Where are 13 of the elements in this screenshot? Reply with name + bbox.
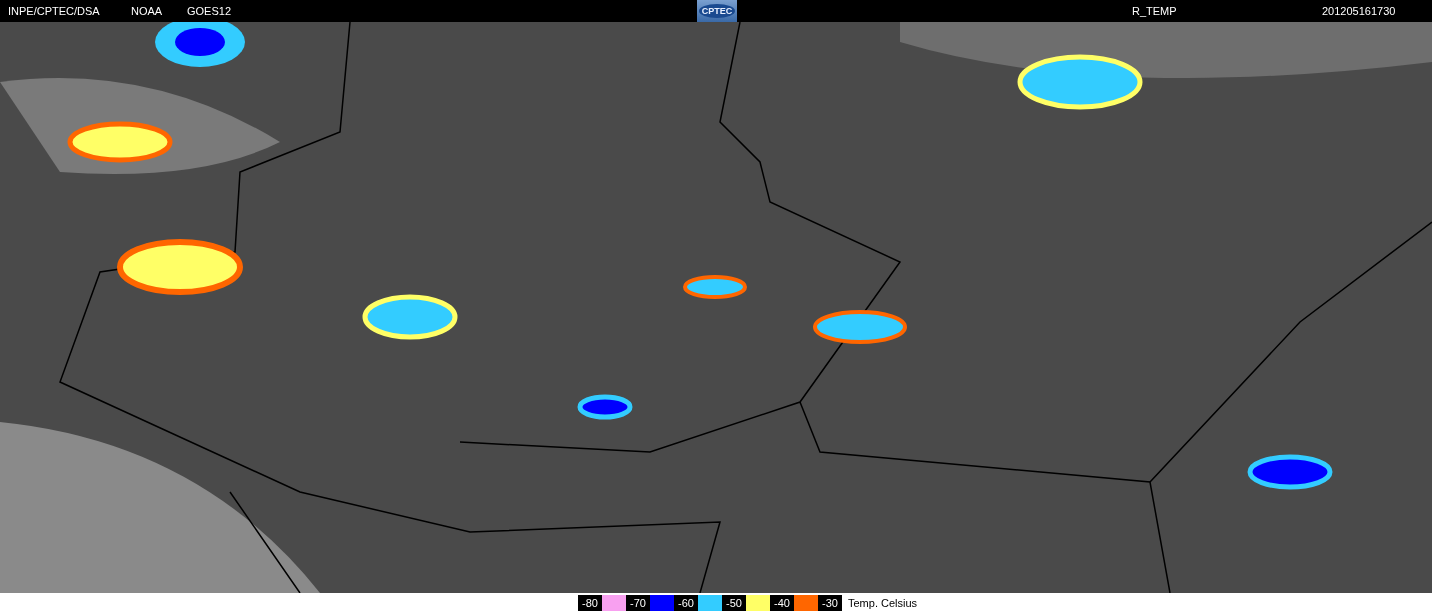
legend-value: -40 [770,595,794,611]
legend-value: -60 [674,595,698,611]
logo: CPTEC [697,0,737,22]
legend-value: -80 [578,595,602,611]
legend-unit: Temp. Celsius [848,597,918,609]
header-label: NOAA [131,5,164,17]
header-label: GOES12 [187,5,233,17]
legend-value: -50 [722,595,746,611]
header-label: INPE/CPTEC/DSA [8,5,101,17]
product-name: R_TEMP [1132,5,1178,17]
timestamp: 201205161730 [1322,5,1397,17]
legend-value: -70 [626,595,650,611]
legend-value: -30 [818,595,842,611]
